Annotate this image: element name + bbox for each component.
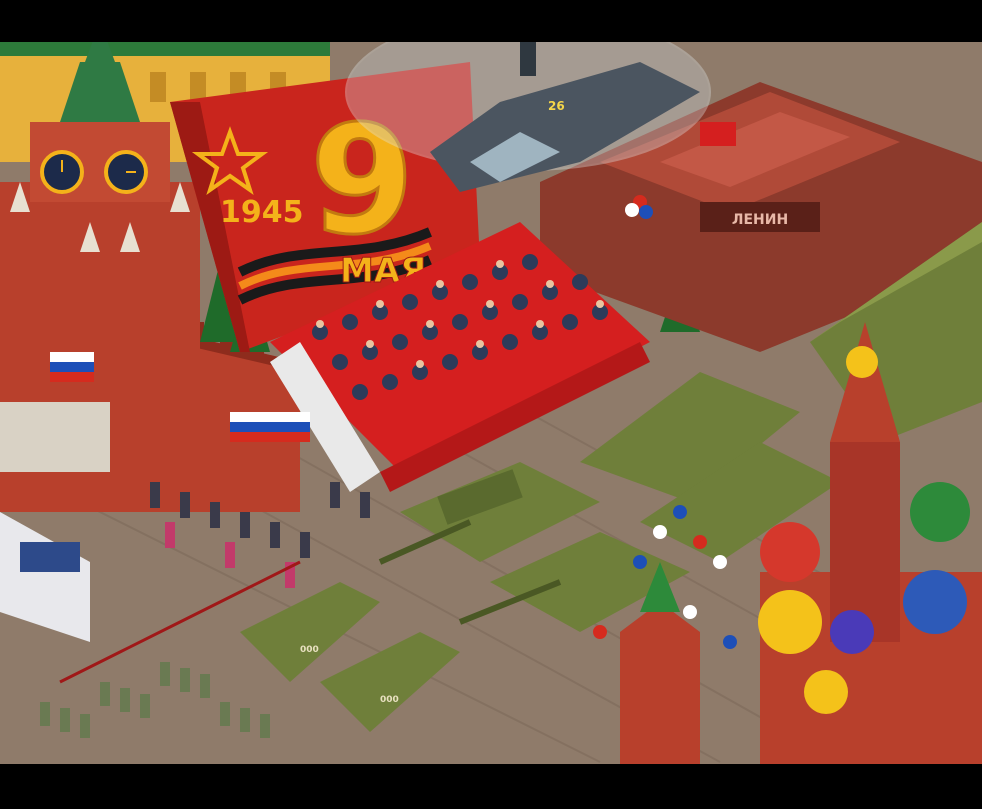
scene-illustration: ЛЕНИН 1945 9 МАЯ 26 000 000 [0,42,982,764]
banner-year: 1945 [220,195,304,230]
mausoleum-sign: ЛЕНИН [732,212,788,228]
letterbox-frame: ЛЕНИН 1945 9 МАЯ 26 000 000 [0,0,982,809]
vehicle-number-1: 000 [300,645,319,655]
vehicle-number-2: 000 [380,695,399,705]
parade-scene: ЛЕНИН 1945 9 МАЯ 26 000 000 [0,42,982,764]
helicopter-number: 26 [548,99,565,113]
